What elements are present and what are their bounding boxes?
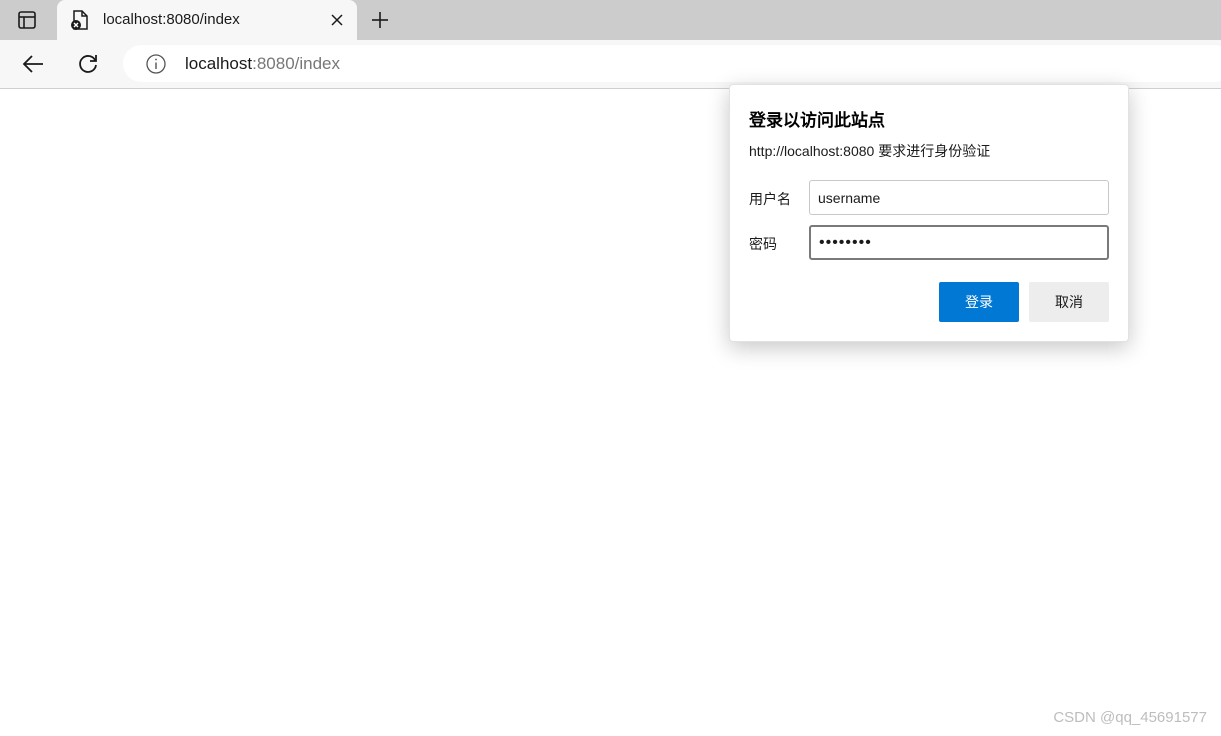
new-tab-button[interactable] (366, 6, 394, 34)
tab-title: localhost:8080/index (103, 11, 240, 28)
url-host: localhost (185, 54, 253, 73)
page-error-icon (71, 10, 88, 30)
url-path: :8080/index (252, 54, 341, 73)
tab-close-button[interactable] (327, 10, 347, 30)
login-button[interactable]: 登录 (939, 282, 1019, 322)
username-label: 用户名 (749, 191, 791, 207)
reload-button[interactable] (73, 49, 103, 79)
tab-strip: localhost:8080/index (0, 0, 1221, 40)
tab-actions-icon (18, 11, 36, 29)
dialog-message: http://localhost:8080 要求进行身份验证 (749, 143, 991, 159)
arrow-left-icon (22, 55, 43, 73)
back-button[interactable] (18, 49, 48, 79)
reload-icon (79, 55, 97, 73)
address-bar[interactable]: localhost:8080/index (123, 45, 1221, 82)
active-tab[interactable]: localhost:8080/index (57, 0, 357, 40)
watermark: CSDN @qq_45691577 (1053, 709, 1207, 726)
dialog-title: 登录以访问此站点 (749, 111, 885, 130)
info-icon[interactable] (145, 53, 167, 75)
close-icon (331, 14, 343, 26)
username-input[interactable] (809, 180, 1109, 215)
password-label: 密码 (749, 236, 777, 252)
cancel-button[interactable]: 取消 (1029, 282, 1109, 322)
url-text[interactable]: localhost:8080/index (185, 54, 340, 74)
tab-actions-button[interactable] (12, 5, 42, 35)
auth-dialog: 登录以访问此站点 http://localhost:8080 要求进行身份验证 … (729, 84, 1129, 342)
plus-icon (372, 12, 388, 28)
browser-toolbar: localhost:8080/index (0, 40, 1221, 89)
password-input[interactable] (809, 225, 1109, 260)
